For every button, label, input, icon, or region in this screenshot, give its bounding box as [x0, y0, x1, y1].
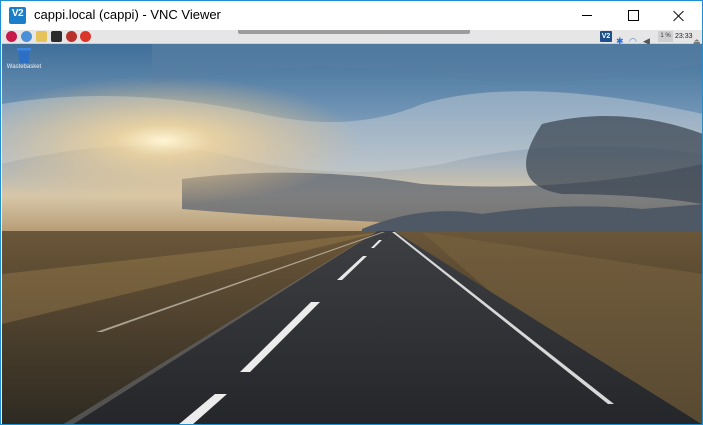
web-browser-icon[interactable]: [21, 31, 32, 42]
vnc-viewer-window: V2 cappi.local (cappi) - VNC Viewer V2 ✱…: [0, 0, 703, 425]
cpu-monitor: 1 %: [658, 31, 673, 42]
desktop-icon-wastebasket[interactable]: Wastebasket: [4, 48, 44, 70]
remote-desktop[interactable]: Wastebasket: [2, 44, 702, 424]
minimize-icon: [582, 15, 592, 16]
wifi-icon[interactable]: ◠: [629, 31, 639, 46]
file-manager-icon[interactable]: [36, 31, 47, 42]
bluetooth-icon[interactable]: ✱: [616, 31, 624, 46]
clock[interactable]: 23:33: [675, 30, 693, 43]
maximize-button[interactable]: [610, 1, 656, 30]
vnc-tray-label: V2: [601, 33, 611, 40]
title-bar[interactable]: V2 cappi.local (cappi) - VNC Viewer: [1, 1, 702, 30]
minimize-button[interactable]: [564, 1, 610, 30]
mathematica-icon[interactable]: [80, 31, 91, 42]
eject-icon[interactable]: ⏏: [693, 31, 701, 46]
vnc-server-tray-icon[interactable]: V2: [600, 31, 612, 42]
cpu-monitor-label: 1 %: [660, 33, 671, 39]
window-title: cappi.local (cappi) - VNC Viewer: [34, 7, 221, 22]
vnc-toolbar-handle[interactable]: [238, 30, 470, 34]
trash-icon: [17, 48, 31, 63]
volume-icon[interactable]: ◀: [643, 31, 653, 46]
maximize-icon: [627, 10, 639, 21]
bug-app-icon[interactable]: [66, 31, 77, 42]
close-button[interactable]: [656, 1, 702, 30]
desktop-icon-label: Wastebasket: [6, 64, 42, 70]
wallpaper-image: [2, 44, 702, 424]
vnc-app-icon[interactable]: V2: [9, 7, 26, 24]
app-icon-text: V2: [11, 8, 24, 19]
raspberry-menu-icon[interactable]: [6, 31, 17, 42]
remote-taskbar: V2 ✱ ◠ ◀ 1 % 23:33 ⏏: [2, 30, 702, 46]
terminal-icon[interactable]: [51, 31, 62, 42]
close-icon: [673, 10, 685, 22]
